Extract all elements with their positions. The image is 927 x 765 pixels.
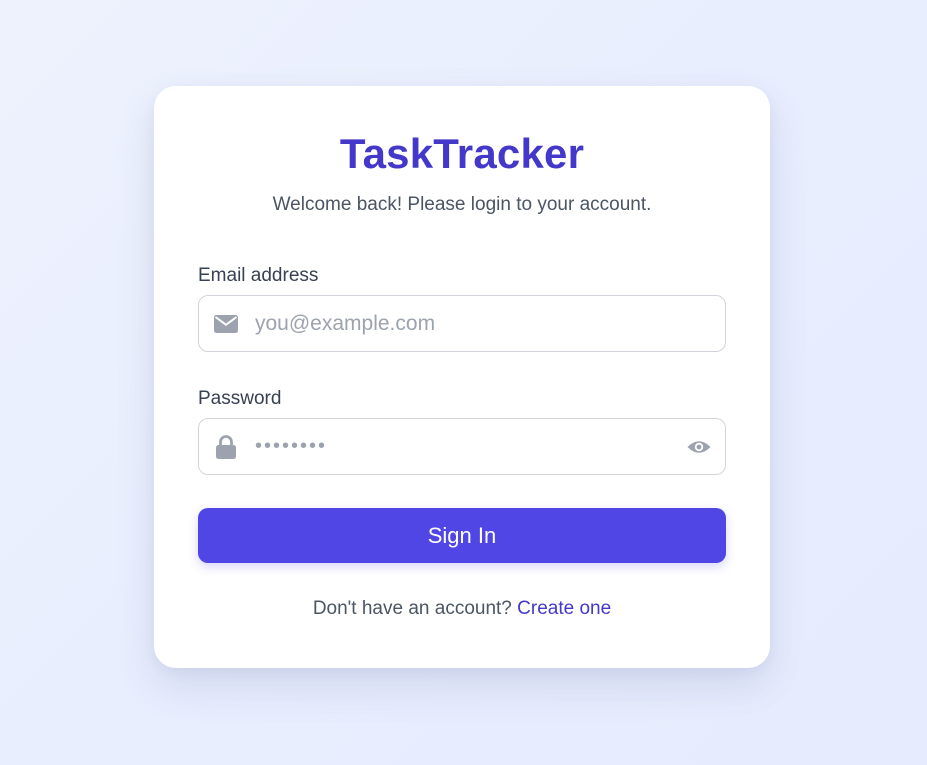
signup-prompt: Don't have an account? Create one — [154, 598, 770, 620]
signup-prompt-text: Don't have an account? — [312, 598, 512, 619]
password-input[interactable] — [255, 419, 675, 474]
login-card: TaskTracker Welcome back! Please login t… — [154, 86, 770, 668]
create-account-link[interactable]: Create one — [517, 598, 611, 619]
email-field[interactable] — [198, 295, 726, 352]
eye-icon[interactable] — [685, 419, 713, 474]
welcome-subtitle: Welcome back! Please login to your accou… — [272, 194, 652, 215]
app-title: TaskTracker — [339, 130, 585, 177]
sign-in-button[interactable]: Sign In — [198, 508, 726, 563]
envelope-icon — [213, 296, 239, 351]
email-input[interactable] — [255, 296, 675, 351]
password-field[interactable] — [198, 418, 726, 475]
password-label: Password — [198, 388, 282, 409]
lock-icon — [213, 419, 239, 474]
email-label: Email address — [198, 265, 319, 286]
